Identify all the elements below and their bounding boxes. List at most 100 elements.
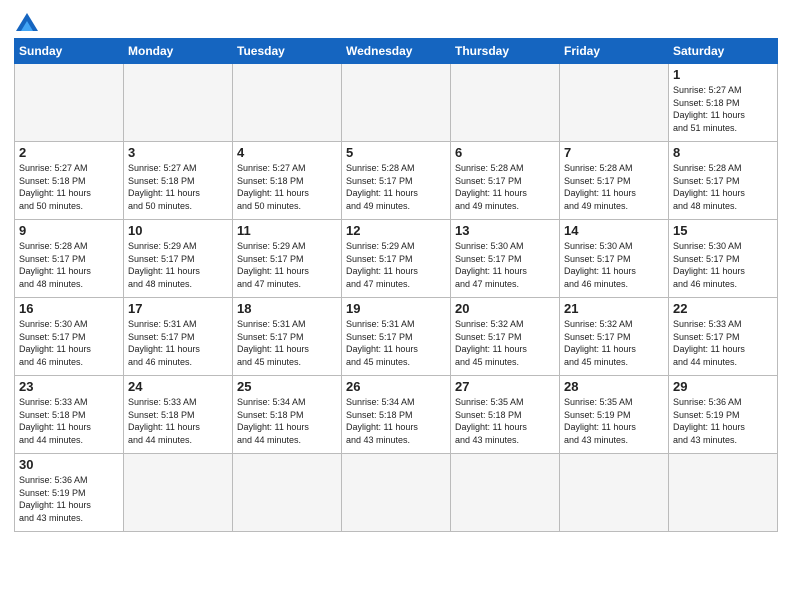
day-number: 15	[673, 223, 773, 238]
cell-info: Sunrise: 5:31 AM Sunset: 5:17 PM Dayligh…	[128, 318, 228, 368]
day-number: 18	[237, 301, 337, 316]
day-number: 24	[128, 379, 228, 394]
calendar-cell: 16 Sunrise: 5:30 AM Sunset: 5:17 PM Dayli…	[15, 298, 124, 376]
cell-info: Sunrise: 5:28 AM Sunset: 5:17 PM Dayligh…	[455, 162, 555, 212]
cell-info: Sunrise: 5:27 AM Sunset: 5:18 PM Dayligh…	[19, 162, 119, 212]
cell-info: Sunrise: 5:27 AM Sunset: 5:18 PM Dayligh…	[237, 162, 337, 212]
page: SundayMondayTuesdayWednesdayThursdayFrid…	[0, 0, 792, 612]
day-number: 29	[673, 379, 773, 394]
calendar-cell: 7Sunrise: 5:28 AM Sunset: 5:17 PM Daylig…	[560, 142, 669, 220]
calendar-cell: 19 Sunrise: 5:31 AM Sunset: 5:17 PM Dayli…	[342, 298, 451, 376]
weekday-header-wednesday: Wednesday	[342, 39, 451, 64]
calendar-week-row: 9Sunrise: 5:28 AM Sunset: 5:17 PM Daylig…	[15, 220, 778, 298]
day-number: 22	[673, 301, 773, 316]
day-number: 12	[346, 223, 446, 238]
calendar-cell: 23Sunrise: 5:33 AM Sunset: 5:18 PM Dayli…	[15, 376, 124, 454]
calendar-table: SundayMondayTuesdayWednesdayThursdayFrid…	[14, 38, 778, 532]
calendar-cell: 20Sunrise: 5:32 AM Sunset: 5:17 PM Dayli…	[451, 298, 560, 376]
cell-info: Sunrise: 5:33 AM Sunset: 5:18 PM Dayligh…	[19, 396, 119, 446]
cell-info: Sunrise: 5:33 AM Sunset: 5:17 PM Dayligh…	[673, 318, 773, 368]
day-number: 2	[19, 145, 119, 160]
cell-info: Sunrise: 5:31 AM Sunset: 5:17 PM Dayligh…	[346, 318, 446, 368]
day-number: 4	[237, 145, 337, 160]
calendar-cell	[451, 454, 560, 532]
calendar-cell	[560, 454, 669, 532]
weekday-header-row: SundayMondayTuesdayWednesdayThursdayFrid…	[15, 39, 778, 64]
calendar-cell	[124, 64, 233, 142]
cell-info: Sunrise: 5:35 AM Sunset: 5:19 PM Dayligh…	[564, 396, 664, 446]
calendar-week-row: 23Sunrise: 5:33 AM Sunset: 5:18 PM Dayli…	[15, 376, 778, 454]
day-number: 20	[455, 301, 555, 316]
day-number: 17	[128, 301, 228, 316]
cell-info: Sunrise: 5:35 AM Sunset: 5:18 PM Dayligh…	[455, 396, 555, 446]
calendar-cell: 26Sunrise: 5:34 AM Sunset: 5:18 PM Dayli…	[342, 376, 451, 454]
cell-info: Sunrise: 5:28 AM Sunset: 5:17 PM Dayligh…	[673, 162, 773, 212]
cell-info: Sunrise: 5:29 AM Sunset: 5:17 PM Dayligh…	[128, 240, 228, 290]
calendar-cell	[342, 64, 451, 142]
calendar-cell: 13Sunrise: 5:30 AM Sunset: 5:17 PM Dayli…	[451, 220, 560, 298]
calendar-week-row: 16 Sunrise: 5:30 AM Sunset: 5:17 PM Dayli…	[15, 298, 778, 376]
calendar-cell: 11 Sunrise: 5:29 AM Sunset: 5:17 PM Dayli…	[233, 220, 342, 298]
calendar-cell: 1 Sunrise: 5:27 AM Sunset: 5:18 PM Daylig…	[669, 64, 778, 142]
day-number: 6	[455, 145, 555, 160]
cell-info: Sunrise: 5:30 AM Sunset: 5:17 PM Dayligh…	[19, 318, 119, 368]
calendar-cell: 8 Sunrise: 5:28 AM Sunset: 5:17 PM Daylig…	[669, 142, 778, 220]
day-number: 19	[346, 301, 446, 316]
calendar-cell: 22 Sunrise: 5:33 AM Sunset: 5:17 PM Dayli…	[669, 298, 778, 376]
day-number: 7	[564, 145, 664, 160]
day-number: 8	[673, 145, 773, 160]
calendar-cell: 5 Sunrise: 5:28 AM Sunset: 5:17 PM Daylig…	[342, 142, 451, 220]
cell-info: Sunrise: 5:29 AM Sunset: 5:17 PM Dayligh…	[346, 240, 446, 290]
calendar-cell	[669, 454, 778, 532]
calendar-cell: 24 Sunrise: 5:33 AM Sunset: 5:18 PM Dayli…	[124, 376, 233, 454]
calendar-cell: 12 Sunrise: 5:29 AM Sunset: 5:17 PM Dayli…	[342, 220, 451, 298]
calendar-cell: 18Sunrise: 5:31 AM Sunset: 5:17 PM Dayli…	[233, 298, 342, 376]
cell-info: Sunrise: 5:27 AM Sunset: 5:18 PM Dayligh…	[128, 162, 228, 212]
day-number: 9	[19, 223, 119, 238]
calendar-cell	[233, 454, 342, 532]
weekday-header-friday: Friday	[560, 39, 669, 64]
calendar-cell: 10 Sunrise: 5:29 AM Sunset: 5:17 PM Dayli…	[124, 220, 233, 298]
logo	[14, 14, 38, 32]
cell-info: Sunrise: 5:34 AM Sunset: 5:18 PM Dayligh…	[237, 396, 337, 446]
calendar-cell	[342, 454, 451, 532]
cell-info: Sunrise: 5:27 AM Sunset: 5:18 PM Dayligh…	[673, 84, 773, 134]
day-number: 1	[673, 67, 773, 82]
calendar-cell	[124, 454, 233, 532]
day-number: 14	[564, 223, 664, 238]
weekday-header-saturday: Saturday	[669, 39, 778, 64]
calendar-cell: 2 Sunrise: 5:27 AM Sunset: 5:18 PM Daylig…	[15, 142, 124, 220]
calendar-week-row: 30 Sunrise: 5:36 AM Sunset: 5:19 PM Dayli…	[15, 454, 778, 532]
calendar-cell: 3Sunrise: 5:27 AM Sunset: 5:18 PM Daylig…	[124, 142, 233, 220]
calendar-cell: 4 Sunrise: 5:27 AM Sunset: 5:18 PM Daylig…	[233, 142, 342, 220]
weekday-header-tuesday: Tuesday	[233, 39, 342, 64]
day-number: 30	[19, 457, 119, 472]
header-area	[14, 10, 778, 32]
calendar-cell: 17 Sunrise: 5:31 AM Sunset: 5:17 PM Dayli…	[124, 298, 233, 376]
weekday-header-sunday: Sunday	[15, 39, 124, 64]
cell-info: Sunrise: 5:36 AM Sunset: 5:19 PM Dayligh…	[19, 474, 119, 524]
cell-info: Sunrise: 5:33 AM Sunset: 5:18 PM Dayligh…	[128, 396, 228, 446]
calendar-cell: 27 Sunrise: 5:35 AM Sunset: 5:18 PM Dayli…	[451, 376, 560, 454]
calendar-cell: 14Sunrise: 5:30 AM Sunset: 5:17 PM Dayli…	[560, 220, 669, 298]
day-number: 10	[128, 223, 228, 238]
calendar-cell: 21Sunrise: 5:32 AM Sunset: 5:17 PM Dayli…	[560, 298, 669, 376]
day-number: 11	[237, 223, 337, 238]
cell-info: Sunrise: 5:34 AM Sunset: 5:18 PM Dayligh…	[346, 396, 446, 446]
day-number: 27	[455, 379, 555, 394]
calendar-week-row: 1 Sunrise: 5:27 AM Sunset: 5:18 PM Daylig…	[15, 64, 778, 142]
weekday-header-monday: Monday	[124, 39, 233, 64]
calendar-cell	[233, 64, 342, 142]
cell-info: Sunrise: 5:36 AM Sunset: 5:19 PM Dayligh…	[673, 396, 773, 446]
weekday-header-thursday: Thursday	[451, 39, 560, 64]
calendar-cell	[560, 64, 669, 142]
cell-info: Sunrise: 5:30 AM Sunset: 5:17 PM Dayligh…	[673, 240, 773, 290]
cell-info: Sunrise: 5:28 AM Sunset: 5:17 PM Dayligh…	[346, 162, 446, 212]
day-number: 16	[19, 301, 119, 316]
calendar-week-row: 2 Sunrise: 5:27 AM Sunset: 5:18 PM Daylig…	[15, 142, 778, 220]
calendar-cell	[15, 64, 124, 142]
day-number: 5	[346, 145, 446, 160]
cell-info: Sunrise: 5:29 AM Sunset: 5:17 PM Dayligh…	[237, 240, 337, 290]
calendar-cell: 28Sunrise: 5:35 AM Sunset: 5:19 PM Dayli…	[560, 376, 669, 454]
cell-info: Sunrise: 5:30 AM Sunset: 5:17 PM Dayligh…	[455, 240, 555, 290]
